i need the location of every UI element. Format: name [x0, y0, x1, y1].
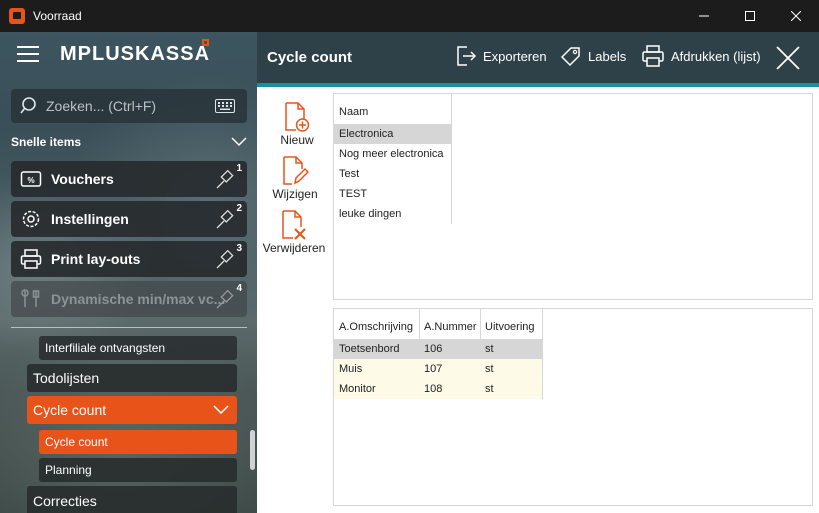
table-row[interactable]: Toetsenbord 106 st	[334, 339, 542, 359]
edit-document-icon	[283, 156, 309, 185]
edit-button[interactable]: Wijzigen	[260, 155, 330, 201]
window-title: Voorraad	[33, 9, 82, 23]
table-row[interactable]: TEST	[334, 184, 451, 204]
quick-item-number: 4	[236, 283, 242, 294]
gear-icon	[22, 210, 40, 228]
maximize-icon	[745, 11, 755, 21]
quick-items-header[interactable]: Snelle items	[11, 135, 247, 149]
delete-document-icon	[282, 210, 306, 240]
quick-item-number: 2	[236, 203, 242, 214]
search-icon	[20, 97, 36, 114]
export-button[interactable]: Exporteren	[455, 44, 547, 68]
pin-icon[interactable]	[215, 168, 237, 190]
quick-item-instellingen[interactable]: Instellingen 2	[11, 201, 247, 237]
delete-button[interactable]: Verwijderen	[259, 209, 329, 255]
table-row[interactable]: leuke dingen	[334, 204, 451, 224]
maximize-button[interactable]	[727, 0, 773, 32]
labels-button[interactable]: Labels	[560, 44, 626, 68]
printer-icon	[642, 45, 664, 67]
pin-icon[interactable]	[215, 248, 237, 270]
new-document-icon	[285, 102, 310, 132]
svg-text:%: %	[27, 176, 34, 185]
column-header-uitvoering[interactable]: Uitvoering	[485, 321, 535, 333]
groups-grid: Naam Electronica Nog meer electronica Te…	[333, 93, 813, 300]
column-header-omschrijving[interactable]: A.Omschrijving	[339, 321, 413, 333]
content-area: Nieuw Wijzigen Verwijderen Naam Electron…	[257, 87, 819, 513]
pin-icon[interactable]	[215, 208, 237, 230]
hamburger-menu-button[interactable]	[17, 46, 39, 62]
table-row[interactable]: Test	[334, 164, 451, 184]
column-divider	[542, 309, 543, 399]
sidebar-divider	[11, 327, 247, 328]
tag-icon	[560, 47, 580, 67]
close-icon	[776, 46, 800, 70]
logo-mark	[202, 39, 209, 46]
quick-item-label: Instellingen	[51, 211, 129, 227]
export-icon	[457, 46, 477, 66]
quick-item-dynamische-min-max[interactable]: Dynamische min/max vc... 4	[11, 281, 247, 317]
close-icon	[791, 11, 801, 21]
pin-icon[interactable]	[215, 288, 237, 310]
articles-grid: A.Omschrijving A.Nummer Uitvoering Toets…	[333, 308, 813, 506]
page-header: Cycle count Exporteren Labels Afdrukken …	[257, 32, 819, 83]
print-list-button[interactable]: Afdrukken (lijst)	[641, 44, 761, 68]
window-titlebar: Voorraad	[0, 0, 819, 32]
table-row[interactable]: Muis 107 st	[334, 359, 542, 379]
nav-item-interfiliale-ontvangsten[interactable]: Interfiliale ontvangsten	[39, 336, 237, 360]
quick-item-number: 1	[236, 163, 242, 174]
logo: MPLUSKASSA	[60, 43, 211, 65]
new-button[interactable]: Nieuw	[262, 101, 332, 147]
minimize-button[interactable]	[681, 0, 727, 32]
column-header-naam[interactable]: Naam	[339, 106, 368, 118]
page-title: Cycle count	[267, 49, 353, 66]
quick-item-label: Dynamische min/max vc...	[51, 291, 226, 307]
app-icon	[9, 8, 25, 24]
voucher-icon: %	[20, 171, 42, 187]
nav-item-todolijsten[interactable]: Todolijsten	[27, 364, 237, 392]
quick-item-number: 3	[236, 243, 242, 254]
tools-icon	[21, 289, 40, 307]
close-window-button[interactable]	[773, 0, 819, 32]
nav-item-cycle-count[interactable]: Cycle count	[27, 396, 237, 424]
keyboard-icon[interactable]	[215, 99, 235, 113]
minimize-icon	[699, 15, 709, 17]
close-page-button[interactable]	[775, 45, 807, 71]
quick-item-label: Vouchers	[51, 171, 114, 187]
table-row[interactable]: Monitor 108 st	[334, 379, 542, 399]
table-row[interactable]: Nog meer electronica	[334, 144, 451, 164]
quick-items-title: Snelle items	[11, 135, 82, 149]
nav-subitem-cycle-count[interactable]: Cycle count	[39, 430, 237, 454]
nav-item-correcties[interactable]: Correcties	[27, 486, 237, 513]
chevron-down-icon	[213, 405, 229, 415]
quick-item-vouchers[interactable]: % Vouchers 1	[11, 161, 247, 197]
chevron-down-icon	[231, 137, 247, 147]
sidebar-scrollbar[interactable]	[250, 430, 255, 470]
quick-item-print-layouts[interactable]: Print lay-outs 3	[11, 241, 247, 277]
table-row[interactable]: Electronica	[334, 124, 451, 144]
sidebar: MPLUSKASSA Snelle items % Vouchers 1 Ins…	[0, 32, 257, 513]
search-input[interactable]	[46, 98, 211, 114]
printer-icon	[20, 249, 42, 269]
column-divider	[451, 94, 452, 224]
column-header-nummer[interactable]: A.Nummer	[424, 321, 477, 333]
quick-item-label: Print lay-outs	[51, 251, 141, 267]
nav-subitem-planning[interactable]: Planning	[39, 458, 237, 482]
search-box[interactable]	[11, 89, 247, 123]
